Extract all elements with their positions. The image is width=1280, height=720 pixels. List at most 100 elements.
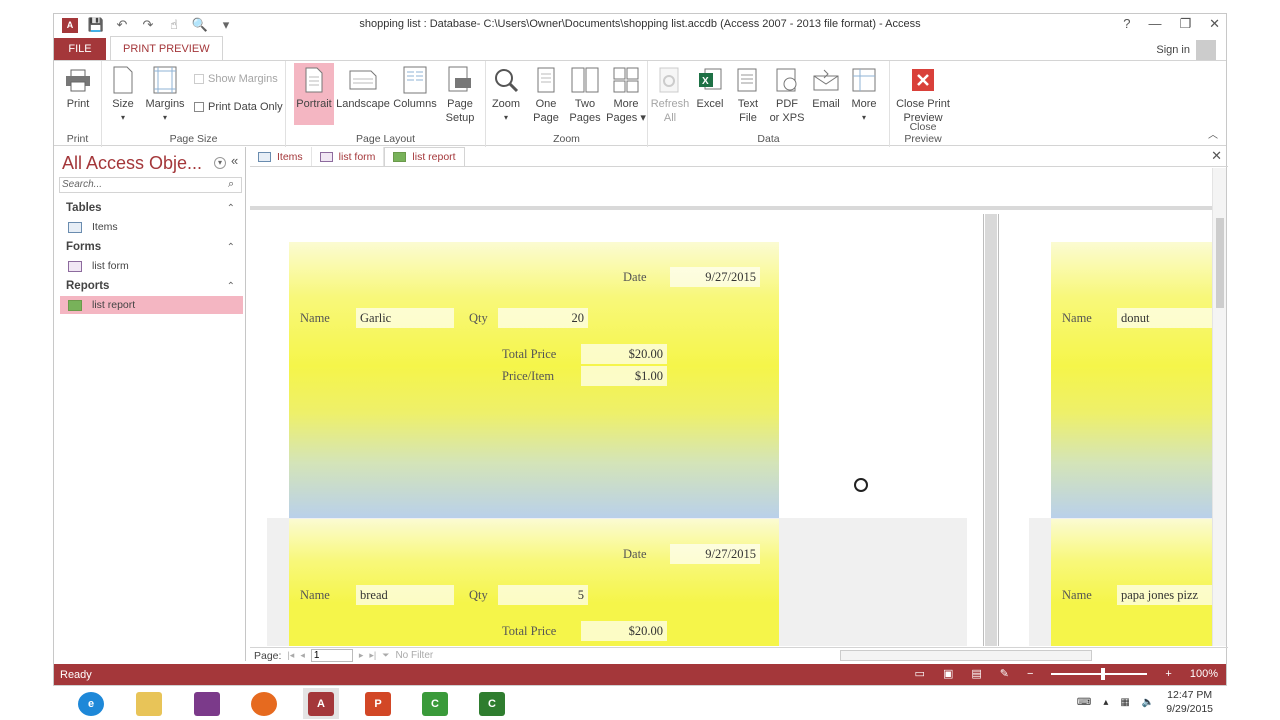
previous-page-icon[interactable]: ◂: [300, 650, 305, 661]
tab-file[interactable]: FILE: [54, 38, 106, 60]
redo-icon[interactable]: ↷: [140, 17, 156, 33]
qty-value: 20: [498, 308, 588, 328]
page-layout-group-label: Page Layout: [356, 133, 415, 145]
layout-view-icon[interactable]: ▤: [971, 667, 981, 680]
save-icon[interactable]: 💾: [88, 17, 104, 33]
print-preview-view-icon[interactable]: ▭: [915, 667, 925, 680]
collapse-ribbon-icon[interactable]: ︿: [1208, 126, 1218, 141]
name-label: Name: [1062, 311, 1092, 325]
quick-access-toolbar: A 💾 ↶ ↷ ☝ 🔍 ▾: [54, 17, 234, 33]
print-button[interactable]: Print: [60, 65, 96, 111]
more-pages-button[interactable]: More Pages ▾: [606, 65, 646, 125]
sign-in-link[interactable]: Sign in: [1156, 44, 1190, 56]
file-explorer-taskbar-icon[interactable]: [131, 688, 167, 719]
nav-search-input[interactable]: Search...: [59, 177, 242, 193]
close-button[interactable]: ✕: [1209, 16, 1220, 32]
volume-icon[interactable]: 🔈: [1142, 697, 1154, 708]
camtasia-recorder-taskbar-icon[interactable]: C: [474, 688, 510, 719]
clock-time: 12:47 PM: [1167, 689, 1213, 701]
winrar-taskbar-icon[interactable]: [189, 688, 225, 719]
zoom-out-icon[interactable]: −: [1027, 668, 1033, 680]
email-button[interactable]: Email: [808, 65, 844, 111]
zoom-level[interactable]: 100%: [1190, 668, 1218, 680]
zoom-slider[interactable]: [1051, 667, 1148, 680]
close-print-preview-button[interactable]: Close Print Preview: [890, 65, 956, 125]
design-view-icon[interactable]: ✎: [1000, 667, 1009, 680]
tab-list-report[interactable]: list report: [384, 147, 465, 166]
page-number-input[interactable]: [310, 649, 353, 662]
margins-button[interactable]: Margins ▾: [142, 65, 188, 125]
text-file-button[interactable]: Text File: [730, 65, 766, 125]
internet-explorer-taskbar-icon[interactable]: e: [73, 688, 109, 719]
clock[interactable]: 12:47 PM 9/29/2015: [1166, 688, 1213, 716]
help-button[interactable]: ?: [1123, 16, 1130, 32]
columns-button[interactable]: Columns: [392, 65, 438, 111]
access-taskbar-icon[interactable]: A: [303, 688, 339, 719]
nav-item-items-table[interactable]: Items: [60, 218, 243, 236]
access-logo-icon[interactable]: A: [62, 17, 78, 33]
minimize-button[interactable]: —: [1148, 16, 1161, 32]
document-tabs: Items list form list report ✕: [250, 147, 1228, 167]
last-page-icon[interactable]: ▸|: [369, 650, 376, 661]
scroll-thumb[interactable]: [1216, 218, 1224, 308]
show-hidden-icons-icon[interactable]: ▴: [1103, 697, 1108, 708]
avatar[interactable]: [1196, 40, 1216, 60]
tab-list-form-label: list form: [338, 150, 376, 163]
portrait-button[interactable]: Portrait: [294, 63, 334, 125]
restore-button[interactable]: ❐: [1179, 16, 1191, 32]
zoom-button[interactable]: Zoom ▾: [488, 65, 524, 125]
collapse-chevron-icon: ⌃: [226, 280, 235, 292]
print-preview-icon[interactable]: 🔍: [192, 17, 208, 33]
first-page-icon[interactable]: |◂: [287, 650, 294, 661]
zoom-in-icon[interactable]: +: [1165, 668, 1171, 680]
nav-pane-title[interactable]: All Access Obje...: [62, 153, 202, 174]
report-view-icon[interactable]: ▣: [943, 667, 953, 680]
nav-group-tables[interactable]: Tables ⌃: [60, 199, 243, 217]
vertical-scrollbar[interactable]: [1212, 168, 1226, 646]
refresh-all-button[interactable]: Refresh All: [648, 65, 692, 125]
page-setup-button[interactable]: Page Setup: [440, 65, 480, 125]
zoom-slider-knob[interactable]: [1101, 667, 1106, 680]
network-icon[interactable]: ▦: [1120, 697, 1129, 708]
print-data-only-option[interactable]: Print Data Only: [194, 101, 283, 113]
print-data-only-checkbox[interactable]: [194, 102, 204, 112]
tab-print-preview[interactable]: PRINT PREVIEW: [110, 36, 223, 60]
firefox-taskbar-icon[interactable]: [246, 688, 282, 719]
print-preview-area[interactable]: Date 9/27/2015 Name Garlic Qty 20 Total …: [250, 168, 1212, 646]
shutter-bar-collapse-icon[interactable]: «: [231, 153, 238, 168]
size-button[interactable]: Size ▾: [106, 65, 140, 125]
filter-icon[interactable]: ⏷: [382, 650, 389, 661]
more-export-button[interactable]: More ▾: [846, 65, 882, 125]
tab-list-form[interactable]: list form: [312, 147, 385, 166]
excel-export-button[interactable]: X Excel: [692, 65, 728, 111]
pdf-xps-button[interactable]: PDF or XPS: [766, 65, 808, 125]
powerpoint-taskbar-icon[interactable]: P: [360, 688, 396, 719]
tab-items[interactable]: Items: [250, 147, 312, 166]
printer-icon: [63, 65, 93, 95]
nav-menu-dropdown-icon[interactable]: ▾: [214, 157, 226, 169]
next-page-icon[interactable]: ▸: [359, 650, 364, 661]
search-icon[interactable]: ⌕: [228, 178, 234, 191]
landscape-button[interactable]: Landscape: [336, 65, 390, 111]
access-window: A 💾 ↶ ↷ ☝ 🔍 ▾ shopping list : Database- …: [53, 13, 1228, 686]
show-margins-checkbox[interactable]: [194, 74, 204, 84]
undo-icon[interactable]: ↶: [114, 17, 130, 33]
more-export-icon: [849, 65, 879, 95]
customize-qat-icon[interactable]: ▾: [218, 17, 234, 33]
touch-mode-icon[interactable]: ☝: [166, 17, 182, 33]
one-page-button[interactable]: One Page: [528, 65, 564, 125]
nav-item-list-report[interactable]: list report: [60, 296, 243, 314]
show-margins-option[interactable]: Show Margins: [194, 73, 278, 85]
camtasia-taskbar-icon[interactable]: C: [417, 688, 453, 719]
keyboard-icon[interactable]: ⌨: [1077, 697, 1091, 708]
close-document-icon[interactable]: ✕: [1211, 148, 1222, 164]
nav-group-forms[interactable]: Forms ⌃: [60, 238, 243, 256]
portrait-icon: [299, 65, 329, 95]
nav-group-reports[interactable]: Reports ⌃: [60, 277, 243, 295]
horizontal-scrollbar[interactable]: [840, 650, 1092, 661]
refresh-label-1: Refresh: [650, 98, 690, 110]
two-pages-button[interactable]: Two Pages: [566, 65, 604, 125]
nav-item-list-form[interactable]: list form: [60, 257, 243, 275]
zoom-cursor-icon: [854, 478, 868, 492]
no-filter-label[interactable]: No Filter: [395, 650, 433, 661]
